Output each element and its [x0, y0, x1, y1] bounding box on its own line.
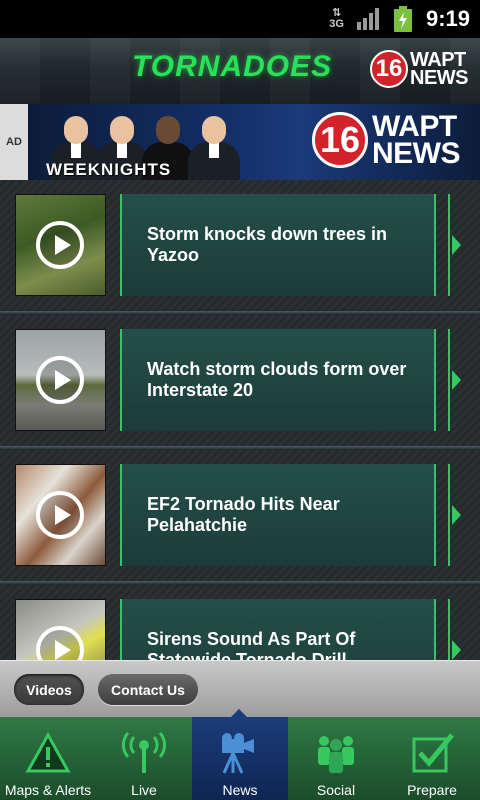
clock: 9:19 — [425, 6, 470, 31]
contact-us-segment[interactable]: Contact Us — [98, 674, 198, 705]
video-thumbnail[interactable] — [15, 599, 106, 660]
tab-label: Social — [316, 782, 356, 798]
videos-segment[interactable]: Videos — [14, 674, 84, 705]
video-panel[interactable]: Watch storm clouds form over Interstate … — [120, 329, 436, 431]
video-item[interactable]: Sirens Sound As Part Of Statewide Tornad… — [0, 585, 480, 660]
video-item[interactable]: Storm knocks down trees in Yazoo — [0, 180, 480, 315]
signal-icon — [356, 8, 382, 30]
logo-number: 16 — [370, 50, 408, 88]
ad-banner[interactable]: AD WEEKNIGHTS 16 WAPT NEWS — [0, 104, 480, 180]
ad-logo-number: 16 — [312, 112, 368, 168]
tab-label: Maps & Alerts — [4, 782, 92, 798]
station-logo: 16 WAPT NEWS — [370, 50, 469, 89]
video-title: EF2 Tornado Hits Near Pelahatchie — [147, 494, 340, 535]
video-item[interactable]: EF2 Tornado Hits Near Pelahatchie — [0, 450, 480, 585]
logo-line2: NEWS — [410, 67, 469, 89]
play-icon[interactable] — [36, 491, 84, 539]
tab-label: Prepare — [407, 782, 457, 798]
camera-icon — [222, 733, 254, 774]
status-bar: ⇅ 3G 9:19 — [0, 0, 480, 38]
ad-logo-line1: WAPT — [372, 110, 457, 143]
tab-bar: Maps & Alerts Live News Social Prepare — [0, 717, 480, 800]
video-panel[interactable]: EF2 Tornado Hits Near Pelahatchie — [120, 464, 436, 566]
tab-label: News — [222, 782, 258, 798]
anchor-image — [188, 112, 240, 180]
network-label: 3G — [329, 18, 344, 30]
app-title: TORNADOES — [132, 50, 333, 83]
tab-prepare[interactable]: Prepare — [384, 717, 480, 800]
video-thumbnail[interactable] — [15, 194, 106, 296]
video-panel[interactable]: Sirens Sound As Part Of Statewide Tornad… — [120, 599, 436, 660]
tab-social[interactable]: Social — [288, 717, 384, 800]
video-title: Storm knocks down trees in Yazoo — [147, 224, 388, 265]
network-type: ⇅ 3G — [329, 8, 344, 30]
video-panel[interactable]: Storm knocks down trees in Yazoo — [120, 194, 436, 296]
video-item[interactable]: Watch storm clouds form over Interstate … — [0, 315, 480, 450]
video-list[interactable]: Storm knocks down trees in Yazoo Watch s… — [0, 180, 480, 660]
video-title: Sirens Sound As Part Of Statewide Tornad… — [147, 629, 356, 660]
ad-tagline: WEEKNIGHTS — [46, 160, 172, 179]
warning-icon — [25, 731, 71, 773]
ad-logo: 16 WAPT NEWS — [312, 110, 461, 170]
play-icon[interactable] — [36, 221, 84, 269]
play-icon[interactable] — [36, 626, 84, 660]
checkbox-icon — [412, 733, 454, 773]
tab-news[interactable]: News — [192, 717, 288, 800]
tab-label: Live — [131, 782, 157, 798]
people-icon — [318, 736, 354, 773]
chevron-right-icon[interactable] — [446, 194, 480, 296]
video-thumbnail[interactable] — [15, 329, 106, 431]
chevron-right-icon[interactable] — [446, 464, 480, 566]
video-thumbnail[interactable] — [15, 464, 106, 566]
play-icon[interactable] — [36, 356, 84, 404]
ad-tag: AD — [0, 104, 28, 180]
video-title: Watch storm clouds form over Interstate … — [147, 359, 407, 400]
tab-live[interactable]: Live — [96, 717, 192, 800]
app-header: TORNADOES 16 WAPT NEWS — [0, 38, 480, 104]
chevron-right-icon[interactable] — [446, 329, 480, 431]
battery-icon — [393, 6, 412, 32]
ad-logo-line2: NEWS — [372, 137, 461, 170]
antenna-icon — [121, 732, 167, 773]
tab-maps-alerts[interactable]: Maps & Alerts — [0, 717, 96, 800]
chevron-right-icon[interactable] — [446, 599, 480, 660]
